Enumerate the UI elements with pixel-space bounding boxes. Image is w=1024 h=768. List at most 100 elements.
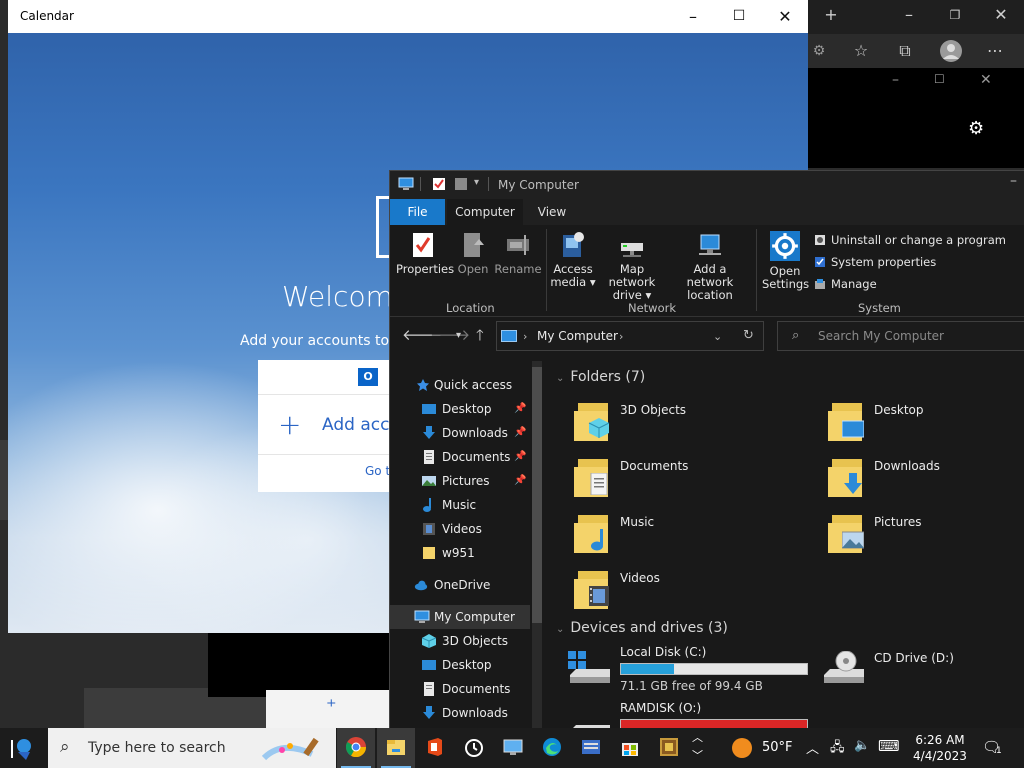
- folders-section-header[interactable]: ⌄ Folders (7): [556, 369, 645, 385]
- nav-videos[interactable]: Videos: [390, 517, 530, 541]
- nav-w951[interactable]: w951: [390, 541, 530, 565]
- collapse-chevron-icon[interactable]: ⌄: [556, 624, 564, 635]
- calendar-close-button[interactable]: ✕: [762, 0, 808, 33]
- open-settings-button[interactable]: Open Settings: [762, 231, 809, 291]
- nav-downloads[interactable]: Downloads 📌: [390, 421, 530, 445]
- taskbar-app-window[interactable]: [572, 728, 610, 768]
- extensions-icon[interactable]: ⚙: [804, 36, 834, 66]
- taskbar-search-box[interactable]: ⌕ Type here to search: [48, 728, 336, 768]
- address-dropdown-icon[interactable]: ⌄: [713, 330, 722, 343]
- tab-computer[interactable]: Computer: [447, 199, 523, 225]
- add-account-plus-icon[interactable]: +: [278, 408, 301, 441]
- calendar-minimize-button[interactable]: –: [670, 0, 716, 33]
- weather-sun-icon[interactable]: [732, 738, 752, 758]
- favorites-star-icon[interactable]: ☆: [846, 36, 876, 66]
- system-clock[interactable]: 6:26 AM 4/4/2023: [908, 732, 972, 764]
- collections-icon[interactable]: ⧉: [890, 36, 920, 66]
- network-icon[interactable]: 🖧: [830, 738, 845, 760]
- breadcrumb-chevron-icon[interactable]: ›: [523, 330, 527, 343]
- recent-locations-chevron-icon[interactable]: ▾: [456, 330, 461, 341]
- new-tab-plus-icon[interactable]: +: [816, 0, 846, 30]
- nav-3d-objects[interactable]: 3D Objects: [390, 629, 530, 653]
- folder-music[interactable]: Music: [574, 509, 824, 559]
- up-arrow-icon[interactable]: 🡑: [476, 325, 484, 350]
- forward-arrow-icon[interactable]: 🡒: [430, 325, 470, 344]
- nav-my-computer[interactable]: My Computer: [390, 605, 530, 629]
- panel-settings-gear-icon[interactable]: ⚙: [968, 118, 984, 139]
- panel-minimize-icon[interactable]: –: [892, 72, 899, 88]
- nav-desktop-2[interactable]: Desktop: [390, 653, 530, 677]
- search-box[interactable]: ⌕ Search My Computer: [777, 321, 1024, 351]
- background-black-window-fragment: [208, 633, 389, 697]
- drives-section-header[interactable]: ⌄ Devices and drives (3): [556, 620, 728, 636]
- folder-documents[interactable]: Documents: [574, 453, 824, 503]
- system-properties-button[interactable]: System properties: [814, 255, 936, 269]
- add-network-location-button[interactable]: Add a network location: [670, 231, 750, 302]
- folder-downloads[interactable]: Downloads: [828, 453, 1024, 503]
- taskbar-edge[interactable]: [533, 728, 571, 768]
- taskbar-office[interactable]: [416, 728, 454, 768]
- scroll-taskbar-up-icon[interactable]: ︿: [692, 728, 703, 748]
- profile-avatar-icon[interactable]: [936, 36, 966, 66]
- properties-quick-icon[interactable]: [432, 177, 446, 191]
- taskbar-chrome[interactable]: [337, 728, 375, 768]
- taskbar-dos-app[interactable]: [650, 728, 688, 768]
- weather-temperature[interactable]: 50°F: [762, 740, 793, 755]
- breadcrumb-chevron-icon[interactable]: ›: [619, 330, 623, 343]
- uninstall-program-button[interactable]: Uninstall or change a program: [814, 233, 1006, 247]
- paint-brush-highlight-icon[interactable]: [262, 736, 332, 762]
- browser-restore-button[interactable]: ❐: [940, 0, 970, 30]
- panel-close-icon[interactable]: ✕: [980, 72, 992, 88]
- panel-restore-icon[interactable]: ☐: [934, 72, 945, 86]
- nav-pictures[interactable]: Pictures 📌: [390, 469, 530, 493]
- drive-free-space: 71.1 GB free of 99.4 GB: [620, 679, 763, 693]
- scroll-taskbar-down-icon[interactable]: ﹀: [692, 748, 703, 764]
- start-button-icon[interactable]: [8, 736, 38, 762]
- folder-desktop[interactable]: Desktop: [828, 397, 1024, 447]
- new-folder-quick-icon[interactable]: [454, 177, 468, 191]
- collapse-chevron-icon[interactable]: ⌄: [556, 373, 564, 384]
- nav-quick-access[interactable]: Quick access: [390, 373, 530, 397]
- nav-documents[interactable]: Documents 📌: [390, 445, 530, 469]
- folder-3d-objects[interactable]: 3D Objects: [574, 397, 824, 447]
- browser-close-button[interactable]: ✕: [986, 0, 1016, 30]
- taskbar-file-explorer[interactable]: [377, 728, 415, 768]
- show-hidden-icons-chevron-icon[interactable]: ︿: [806, 738, 819, 757]
- nav-documents-2[interactable]: Documents: [390, 677, 530, 701]
- keyboard-icon[interactable]: ⌨: [878, 737, 900, 755]
- tab-file[interactable]: File: [390, 199, 445, 225]
- folder-videos[interactable]: Videos: [574, 565, 824, 615]
- address-bar[interactable]: › My Computer › ⌄ ↻: [496, 321, 764, 351]
- more-options-icon[interactable]: ⋯: [980, 36, 1010, 66]
- customize-toolbar-chevron-icon[interactable]: ▾: [474, 177, 488, 191]
- drive-c[interactable]: Local Disk (C:) 71.1 GB free of 99.4 GB: [568, 645, 818, 695]
- volume-icon[interactable]: 🔈: [854, 738, 870, 753]
- properties-button[interactable]: Properties: [396, 231, 454, 276]
- folder-pictures[interactable]: Pictures: [828, 509, 1024, 559]
- pin-icon[interactable]: 📌: [514, 397, 526, 421]
- taskbar-remote-desktop[interactable]: [494, 728, 532, 768]
- access-media-button[interactable]: Access media ▾: [550, 231, 596, 289]
- refresh-icon[interactable]: ↻: [743, 328, 754, 343]
- manage-button[interactable]: Manage: [814, 277, 877, 291]
- explorer-minimize-button[interactable]: –: [1010, 173, 1017, 189]
- taskbar-store[interactable]: [611, 728, 649, 768]
- taskbar-alarms-clock[interactable]: [455, 728, 493, 768]
- pin-icon[interactable]: 📌: [514, 421, 526, 445]
- nav-music[interactable]: Music: [390, 493, 530, 517]
- drive-d[interactable]: CD Drive (D:): [822, 645, 1022, 695]
- nav-desktop[interactable]: Desktop 📌: [390, 397, 530, 421]
- map-network-drive-button[interactable]: Map network drive ▾: [596, 231, 668, 302]
- nav-onedrive[interactable]: OneDrive: [390, 573, 530, 597]
- calendar-maximize-button[interactable]: ☐: [716, 0, 762, 33]
- drive-o[interactable]: RAMDISK (O:): [568, 701, 818, 728]
- pin-icon[interactable]: 📌: [514, 469, 526, 493]
- pin-icon[interactable]: 📌: [514, 445, 526, 469]
- rename-button[interactable]: Rename: [494, 231, 542, 276]
- tab-view[interactable]: View: [527, 199, 577, 225]
- open-button[interactable]: Open: [452, 231, 494, 276]
- browser-minimize-button[interactable]: –: [894, 0, 924, 30]
- navpane-scrollbar-thumb[interactable]: [532, 367, 542, 623]
- nav-downloads-2[interactable]: Downloads: [390, 701, 530, 725]
- goto-calendar-link[interactable]: Go t: [365, 464, 390, 478]
